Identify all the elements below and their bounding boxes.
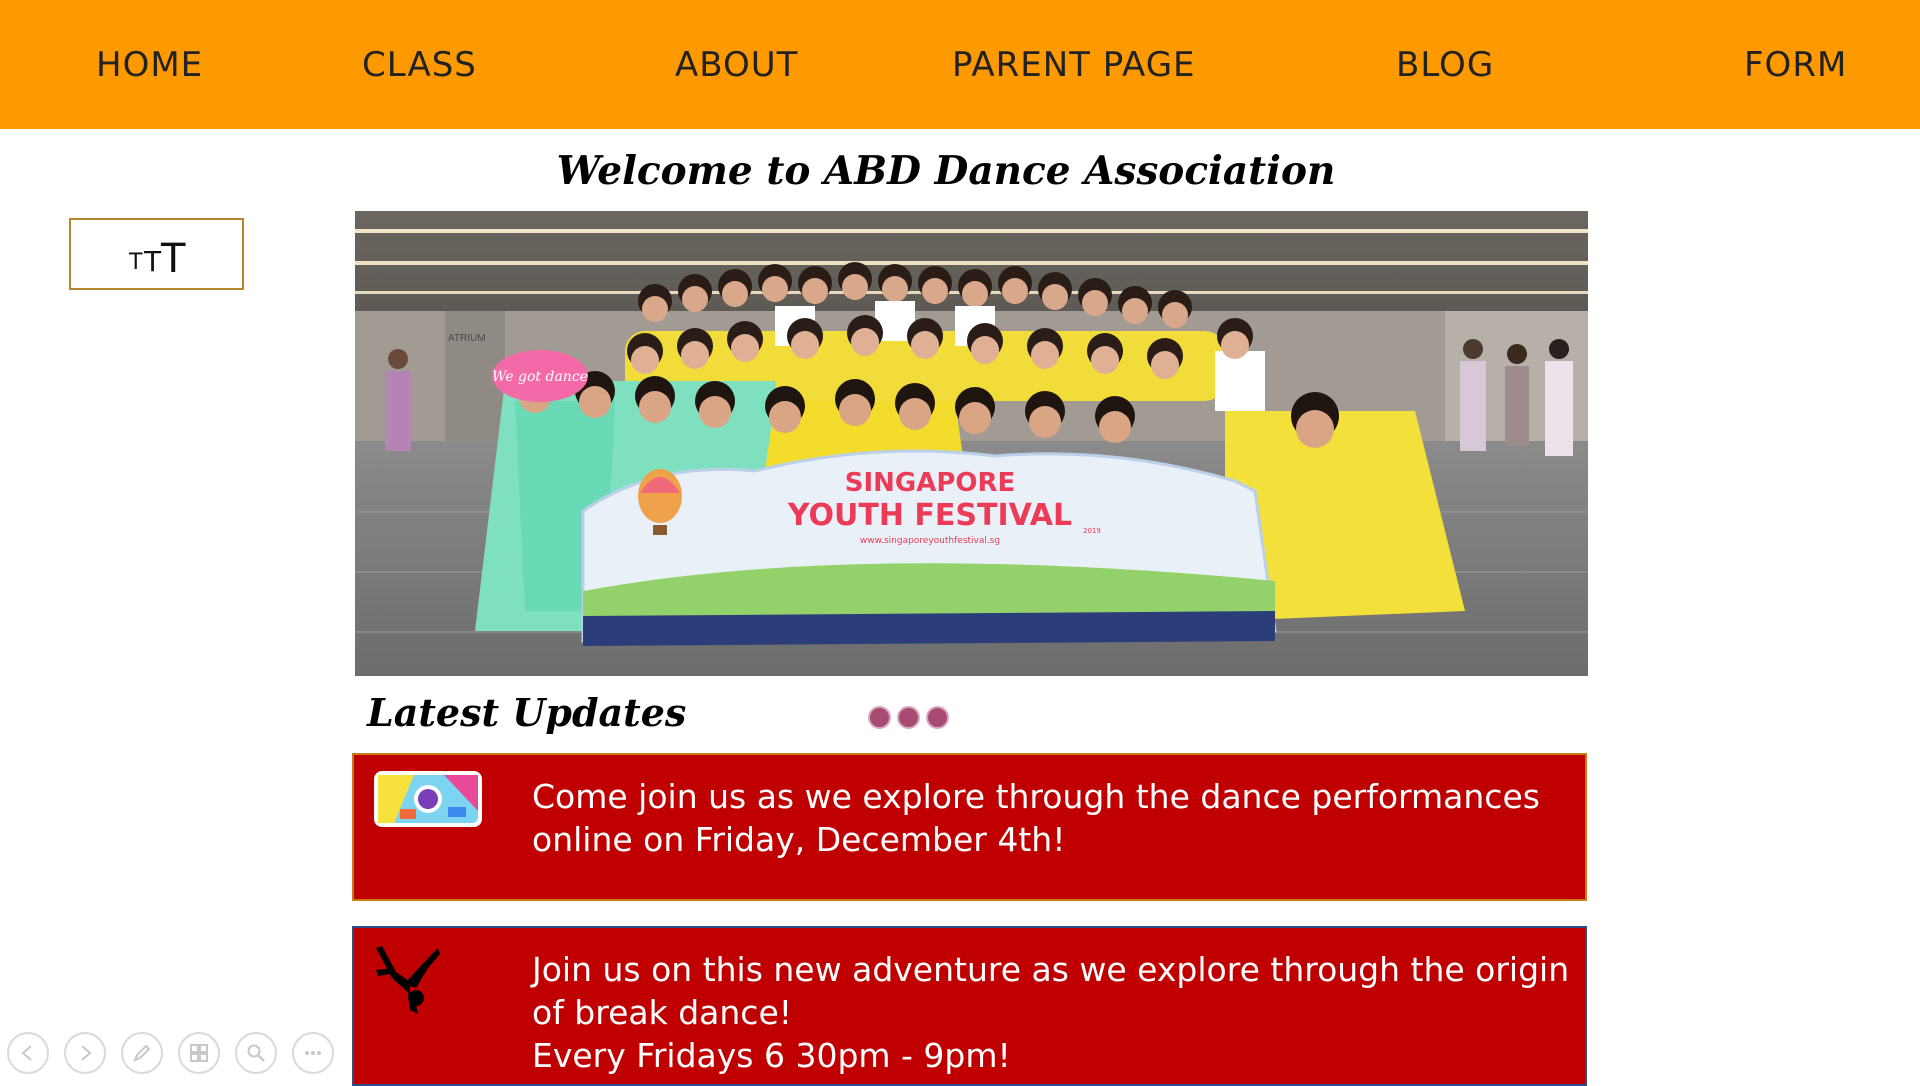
svg-text:YOUTH FESTIVAL: YOUTH FESTIVAL	[787, 498, 1072, 533]
hero-photo-illustration: ATRIUM We got dance SINGAPORE YOUTH FEST…	[355, 211, 1588, 676]
carousel-dots	[868, 706, 955, 733]
top-navigation-bar: HOME CLASS ABOUT PARENT PAGE BLOG FORM	[0, 0, 1920, 129]
slides-icon[interactable]	[178, 1032, 220, 1074]
more-icon[interactable]	[292, 1032, 334, 1074]
carousel-dot-3[interactable]	[926, 706, 949, 729]
text-size-button[interactable]: T T T	[69, 218, 244, 290]
update-1-text: Come join us as we explore through the d…	[532, 777, 1540, 859]
we-got-dance-sign: We got dance	[492, 350, 588, 402]
update-card-1[interactable]: Come join us as we explore through the d…	[352, 753, 1587, 901]
nav-about[interactable]: ABOUT	[675, 40, 798, 90]
carousel-dot-2[interactable]	[897, 706, 920, 729]
text-size-small[interactable]: T	[129, 250, 142, 275]
nav-form[interactable]: FORM	[1744, 40, 1847, 90]
carousel-dot-1[interactable]	[868, 706, 891, 729]
nav-home[interactable]: HOME	[96, 40, 203, 90]
breakdancer-icon	[370, 938, 442, 1020]
nav-class[interactable]: CLASS	[362, 40, 477, 90]
text-size-medium[interactable]: T	[144, 245, 161, 278]
svg-text:We got dance: We got dance	[492, 369, 588, 385]
nav-blog[interactable]: BLOG	[1396, 40, 1494, 90]
svg-text:2019: 2019	[1083, 527, 1101, 535]
pen-icon[interactable]	[121, 1032, 163, 1074]
update-2-text-line1: Join us on this new adventure as we expl…	[532, 950, 1570, 1032]
svg-text:www.singaporeyouthfestival.sg: www.singaporeyouthfestival.sg	[860, 536, 1000, 546]
update-2-text: Join us on this new adventure as we expl…	[532, 948, 1572, 1077]
nav-parent-page[interactable]: PARENT PAGE	[952, 40, 1196, 90]
dance-game-icon	[374, 771, 482, 831]
atrium-wall-text: ATRIUM	[448, 333, 486, 344]
latest-updates-heading: Latest Updates	[367, 690, 687, 735]
next-icon[interactable]	[64, 1032, 106, 1074]
zoom-icon[interactable]	[235, 1032, 277, 1074]
update-card-2[interactable]: Join us on this new adventure as we expl…	[352, 926, 1587, 1086]
hero-group-photo: ATRIUM We got dance SINGAPORE YOUTH FEST…	[355, 211, 1588, 676]
previous-icon[interactable]	[7, 1032, 49, 1074]
singapore-youth-festival-banner: SINGAPORE YOUTH FESTIVAL 2019 www.singap…	[581, 449, 1277, 646]
svg-text:SINGAPORE: SINGAPORE	[845, 468, 1016, 498]
text-size-large[interactable]: T	[161, 236, 185, 282]
page-title: Welcome to ABD Dance Association	[556, 148, 1336, 194]
update-2-text-line2: Every Fridays 6 30pm - 9pm!	[532, 1036, 1011, 1075]
